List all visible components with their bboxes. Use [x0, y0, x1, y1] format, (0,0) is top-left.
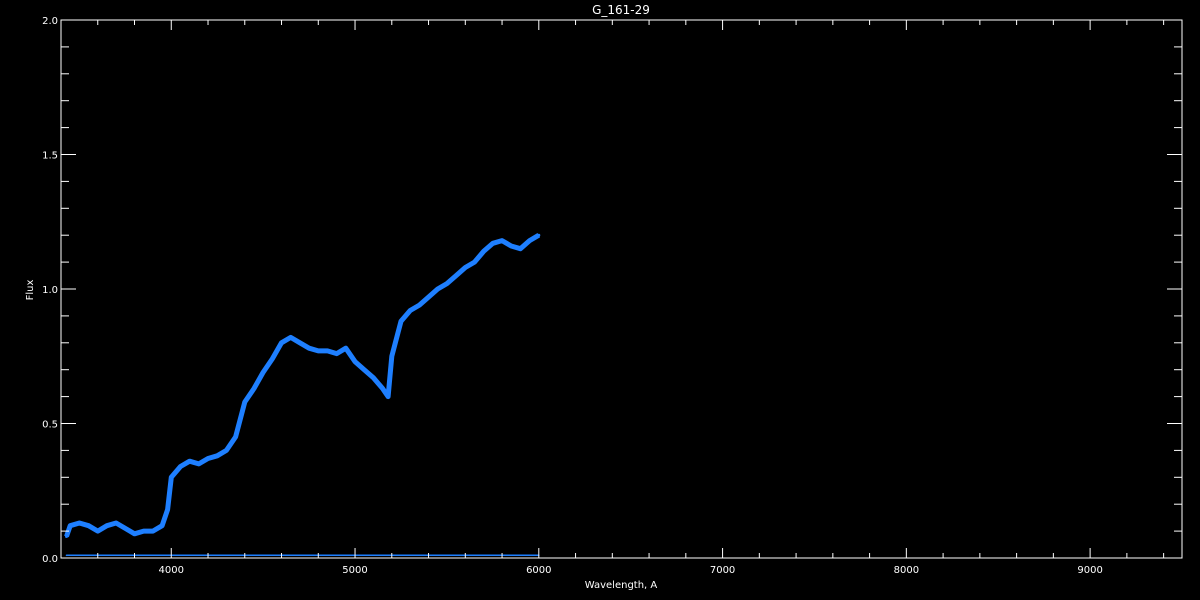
plot-frame: [60, 19, 1183, 559]
data-point: [381, 387, 385, 391]
data-point: [280, 341, 284, 345]
data-point: [96, 529, 100, 533]
x-tick-label: 9000: [1077, 565, 1102, 576]
data-point: [371, 376, 375, 380]
data-point: [335, 352, 339, 356]
x-axis-label: Wavelength, A: [585, 580, 658, 591]
flux-series-line: [64, 233, 541, 538]
data-point: [353, 360, 357, 364]
data-point: [65, 554, 68, 557]
y-axis-label: Flux: [25, 280, 36, 301]
data-point: [261, 370, 265, 374]
data-point: [105, 524, 109, 528]
data-point: [518, 247, 522, 251]
data-point: [509, 244, 513, 248]
data-point: [188, 459, 192, 463]
data-point: [234, 435, 238, 439]
data-point: [298, 341, 302, 345]
data-point: [436, 287, 440, 291]
data-point: [408, 309, 412, 313]
y-tick-label: 2.0: [42, 16, 58, 27]
x-tick-label: 6000: [526, 565, 551, 576]
data-point: [316, 349, 320, 353]
data-point: [114, 521, 118, 525]
x-tick-label: 4000: [159, 565, 184, 576]
data-point: [289, 335, 293, 339]
x-tick-label: 5000: [342, 565, 367, 576]
data-point: [252, 387, 256, 391]
y-tick-label: 1.5: [42, 151, 58, 162]
data-point: [87, 524, 91, 528]
data-point: [325, 349, 329, 353]
data-point: [123, 526, 127, 530]
data-point: [206, 456, 210, 460]
data-point: [243, 400, 247, 404]
x-tick-label: 7000: [710, 565, 735, 576]
data-point: [386, 395, 390, 399]
data-point: [491, 241, 495, 245]
data-point: [390, 354, 394, 358]
data-point: [160, 524, 164, 528]
y-tick-label: 0.5: [42, 420, 58, 431]
axes: 4000 5000 6000 7000 8000 9000 0.0 0.5 1.0 1.5 2.0: [42, 16, 1183, 576]
plot-area: [64, 233, 541, 557]
data-point: [142, 529, 146, 533]
data-point: [166, 508, 170, 512]
data-point: [445, 282, 449, 286]
data-point: [68, 524, 72, 528]
data-point: [133, 532, 137, 536]
spectrum-chart: G_161-29 4000 5000 6000 7000 8000 9000 0.0 0.5 1…: [25, 3, 1183, 591]
data-point: [362, 368, 366, 372]
data-point: [528, 239, 532, 243]
data-point: [500, 239, 504, 243]
data-point: [270, 357, 274, 361]
data-point: [344, 346, 348, 350]
data-point: [169, 475, 173, 479]
data-point: [472, 260, 476, 264]
data-point: [197, 462, 201, 466]
data-point: [399, 319, 403, 323]
data-point: [151, 529, 155, 533]
chart-title: G_161-29: [592, 3, 650, 17]
data-point: [454, 274, 458, 278]
data-point: [482, 249, 486, 253]
data-point: [307, 346, 311, 350]
data-point: [178, 465, 182, 469]
y-tick-label: 1.0: [42, 285, 58, 296]
data-point: [77, 521, 81, 525]
data-point: [65, 534, 69, 538]
data-point: [224, 448, 228, 452]
data-point: [427, 295, 431, 299]
data-point: [463, 265, 467, 269]
data-point: [417, 303, 421, 307]
data-point: [537, 233, 541, 237]
y-tick-label: 0.0: [42, 554, 58, 565]
data-point: [215, 454, 219, 458]
x-tick-label: 8000: [894, 565, 919, 576]
